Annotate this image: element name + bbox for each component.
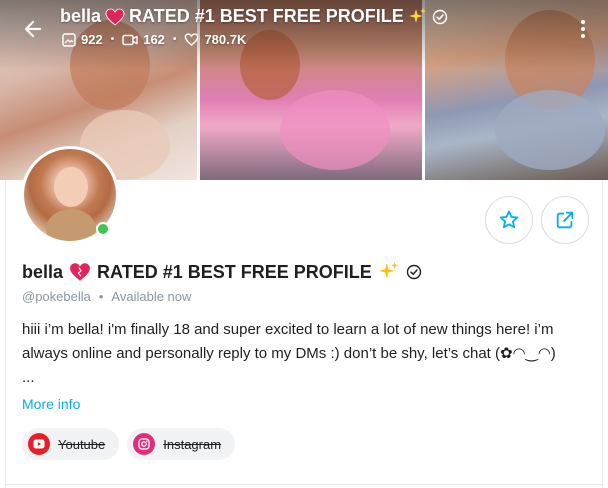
social-links: Youtube Instagram	[22, 428, 236, 460]
sparkles-icon	[408, 7, 426, 23]
card-border-left	[5, 180, 6, 488]
profile-name-text: bella	[22, 261, 64, 282]
header-title-text: RATED #1 BEST FREE PROFILE	[129, 6, 404, 26]
heart-outline-icon	[185, 33, 199, 46]
instagram-label: Instagram	[163, 436, 222, 452]
heart-icon	[70, 263, 90, 281]
likes-count: 780.7K	[204, 32, 247, 47]
instagram-icon	[133, 433, 156, 455]
heart-icon	[105, 8, 125, 26]
handle-row: @pokebella • Available now	[22, 289, 191, 304]
instagram-link[interactable]: Instagram	[127, 428, 236, 460]
more-dot	[581, 20, 585, 24]
sparkles-icon	[378, 262, 398, 279]
arrow-left-icon	[24, 20, 42, 38]
card-border-bottom	[5, 484, 603, 485]
profile-bio: hiii i’m bella! i'm finally 18 and super…	[22, 318, 594, 390]
handle-separator: •	[98, 289, 104, 304]
verified-icon	[432, 9, 447, 24]
photos-stat: 922	[62, 32, 103, 47]
more-dot	[581, 27, 585, 31]
star-icon	[499, 210, 519, 229]
videos-count: 162	[143, 32, 165, 47]
stat-separator: •	[172, 34, 177, 45]
online-status-dot	[96, 222, 110, 236]
header-title: bella RATED #1 BEST FREE PROFILE	[60, 6, 448, 27]
top-bar: bella RATED #1 BEST FREE PROFILE 922 • 1…	[0, 0, 608, 60]
verified-icon	[406, 264, 421, 280]
photos-count: 922	[81, 32, 103, 47]
youtube-label: Youtube	[58, 436, 106, 452]
profile-name-suffix: RATED #1 BEST FREE PROFILE	[97, 261, 372, 282]
more-options-button[interactable]	[574, 16, 592, 42]
more-info-link[interactable]: More info	[22, 396, 80, 412]
youtube-link[interactable]: Youtube	[22, 428, 120, 460]
profile-name: bella RATED #1 BEST FREE PROFILE	[22, 261, 422, 283]
card-border-right	[602, 180, 603, 488]
header-title-name: bella	[60, 6, 102, 26]
likes-stat: 780.7K	[184, 32, 246, 47]
bio-line: always online and personally reply to my…	[22, 345, 556, 362]
youtube-icon	[28, 433, 50, 455]
back-button[interactable]	[18, 14, 48, 44]
add-to-favorites-button[interactable]	[485, 196, 533, 244]
username-handle: @pokebella	[22, 289, 91, 304]
stat-separator: •	[110, 34, 115, 45]
video-icon	[122, 34, 138, 45]
share-button[interactable]	[541, 196, 589, 244]
share-icon	[556, 211, 574, 229]
bio-line: hiii i’m bella! i'm finally 18 and super…	[22, 321, 554, 338]
profile-stats: 922 • 162 • 780.7K	[62, 32, 246, 47]
bio-line: ...	[22, 369, 35, 386]
more-dot	[581, 34, 585, 38]
videos-stat: 162	[122, 32, 165, 47]
availability-status: Available now	[111, 289, 192, 304]
image-icon	[62, 32, 76, 47]
